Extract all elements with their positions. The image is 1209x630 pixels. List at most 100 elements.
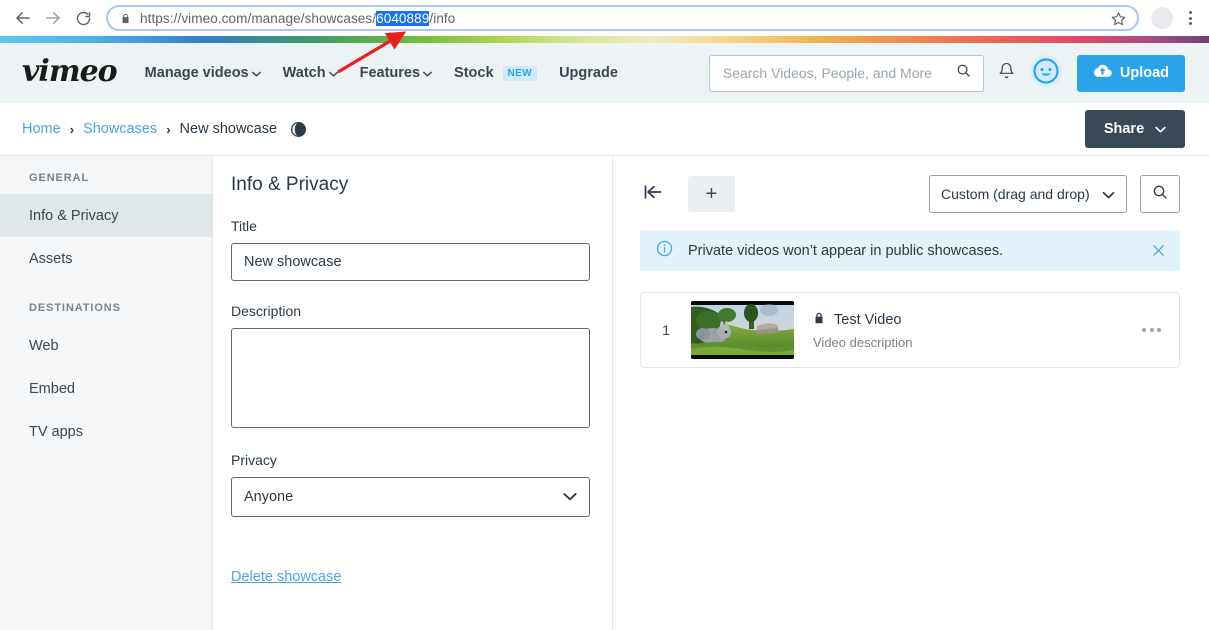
nav-upgrade-label: Upgrade (559, 65, 618, 81)
privacy-selected-value: Anyone (244, 489, 294, 505)
smiley-avatar-icon (1029, 54, 1063, 93)
upload-button[interactable]: Upload (1076, 54, 1185, 92)
sidebar-item-tv-apps[interactable]: TV apps (0, 410, 212, 453)
main-content: GENERAL Info & Privacy Assets DESTINATIO… (0, 156, 1209, 630)
info-circle-icon (656, 240, 673, 262)
info-privacy-form: Info & Privacy Title New showcase Descri… (213, 156, 613, 630)
nav-stock[interactable]: Stock NEW (454, 65, 538, 81)
sidebar-item-label: TV apps (29, 423, 83, 440)
video-thumbnail[interactable] (691, 301, 794, 359)
chevron-down-icon (251, 65, 261, 81)
sidebar-item-embed[interactable]: Embed (0, 367, 212, 410)
share-label: Share (1103, 121, 1145, 137)
globe-icon (291, 121, 307, 137)
chevron-down-icon (563, 489, 577, 505)
search-videos-button[interactable] (1140, 175, 1180, 213)
add-videos-button[interactable]: + (688, 176, 735, 212)
browser-profile-avatar[interactable] (1151, 7, 1173, 29)
plus-icon: + (705, 182, 718, 205)
sidebar-item-web[interactable]: Web (0, 324, 212, 367)
banner-message: Private videos won’t appear in public sh… (688, 242, 1004, 259)
close-icon[interactable] (1151, 243, 1166, 258)
video-description: Video description (813, 334, 913, 350)
chevron-down-icon (328, 65, 338, 81)
video-meta: Test Video Video description (813, 311, 913, 350)
breadcrumb-showcases[interactable]: Showcases (83, 121, 157, 137)
privacy-select[interactable]: Anyone (231, 477, 590, 517)
sort-order-value: Custom (drag and drop) (941, 186, 1090, 202)
star-icon[interactable] (1107, 7, 1129, 29)
site-search[interactable] (708, 54, 984, 92)
three-dot-menu-icon[interactable] (1179, 5, 1201, 31)
nav-stock-label: Stock (454, 65, 494, 81)
share-button[interactable]: Share (1085, 110, 1185, 148)
url-suffix: /info (429, 10, 456, 26)
bell-icon (998, 61, 1015, 85)
title-label: Title (231, 218, 257, 234)
breadcrumb: Home › Showcases › New showcase (22, 121, 307, 137)
page-root: vimeo Manage videos Watch Features Stock… (0, 43, 1209, 630)
sidebar-item-label: Web (29, 337, 59, 354)
reload-button[interactable] (68, 3, 98, 33)
nav-watch-label: Watch (282, 65, 326, 81)
forward-arrow-icon (44, 9, 62, 27)
header-actions: Upload (708, 54, 1185, 93)
private-videos-banner: Private videos won’t appear in public sh… (640, 230, 1180, 271)
notifications-button[interactable] (998, 61, 1015, 85)
chevron-down-icon (423, 65, 433, 81)
rainbow-strip (0, 36, 1209, 43)
sidebar-item-label: Info & Privacy (29, 207, 119, 224)
video-list-item[interactable]: 1 Test Video Video description (640, 292, 1180, 368)
page-title: Info & Privacy (231, 174, 349, 195)
breadcrumb-separator: › (166, 121, 171, 137)
nav-manage-videos-label: Manage videos (144, 65, 249, 81)
nav-manage-videos[interactable]: Manage videos (145, 65, 261, 81)
lock-icon (813, 311, 825, 330)
nav-features-label: Features (359, 65, 421, 81)
sidebar-item-info-privacy[interactable]: Info & Privacy (0, 194, 212, 237)
url-selected-id: 6040889 (376, 10, 430, 26)
reload-icon (75, 10, 92, 27)
sidebar-item-label: Assets (29, 250, 73, 267)
breadcrumb-home[interactable]: Home (22, 121, 61, 137)
chevron-down-icon (1155, 121, 1166, 137)
cloud-upload-icon (1093, 64, 1112, 82)
video-index: 1 (662, 322, 670, 338)
upload-label: Upload (1119, 65, 1169, 81)
url-text: https://vimeo.com/manage/showcases/60408… (140, 10, 1107, 26)
title-input[interactable]: New showcase (231, 243, 590, 281)
sidebar-group-general: GENERAL (29, 172, 90, 184)
videos-toolbar: + Custom (drag and drop) (640, 174, 1180, 214)
browser-toolbar: https://vimeo.com/manage/showcases/60408… (0, 0, 1209, 36)
breadcrumb-bar: Home › Showcases › New showcase Share (0, 103, 1209, 156)
search-input[interactable] (722, 65, 956, 81)
lock-icon (120, 12, 131, 25)
address-bar[interactable]: https://vimeo.com/manage/showcases/60408… (106, 5, 1139, 31)
vimeo-logo[interactable]: vimeo (22, 56, 118, 90)
chevron-down-icon (1102, 186, 1115, 202)
video-title: Test Video (834, 312, 902, 328)
video-title-row: Test Video (813, 311, 913, 330)
url-prefix: https://vimeo.com/manage/showcases/ (140, 10, 377, 26)
collapse-left-icon (642, 182, 664, 207)
back-button[interactable] (8, 3, 38, 33)
search-icon[interactable] (956, 63, 971, 83)
forward-button[interactable] (38, 3, 68, 33)
user-avatar[interactable] (1029, 54, 1063, 93)
sidebar-item-assets[interactable]: Assets (0, 237, 212, 280)
sidebar-item-label: Embed (29, 380, 75, 397)
more-options-icon[interactable] (1142, 328, 1161, 332)
main-nav: Manage videos Watch Features Stock NEW U… (145, 65, 618, 81)
description-label: Description (231, 303, 302, 319)
sort-order-select[interactable]: Custom (drag and drop) (929, 175, 1127, 213)
nav-upgrade[interactable]: Upgrade (559, 65, 618, 81)
nav-features[interactable]: Features (359, 65, 433, 81)
new-badge: NEW (502, 65, 538, 81)
delete-showcase-link[interactable]: Delete showcase (231, 569, 341, 585)
collapse-panel-button[interactable] (640, 179, 666, 209)
nav-watch[interactable]: Watch (283, 65, 338, 81)
privacy-label: Privacy (231, 452, 277, 468)
description-input[interactable] (231, 328, 590, 428)
site-header: vimeo Manage videos Watch Features Stock… (0, 43, 1209, 103)
showcase-videos-panel: + Custom (drag and drop) Private videos … (613, 156, 1209, 630)
